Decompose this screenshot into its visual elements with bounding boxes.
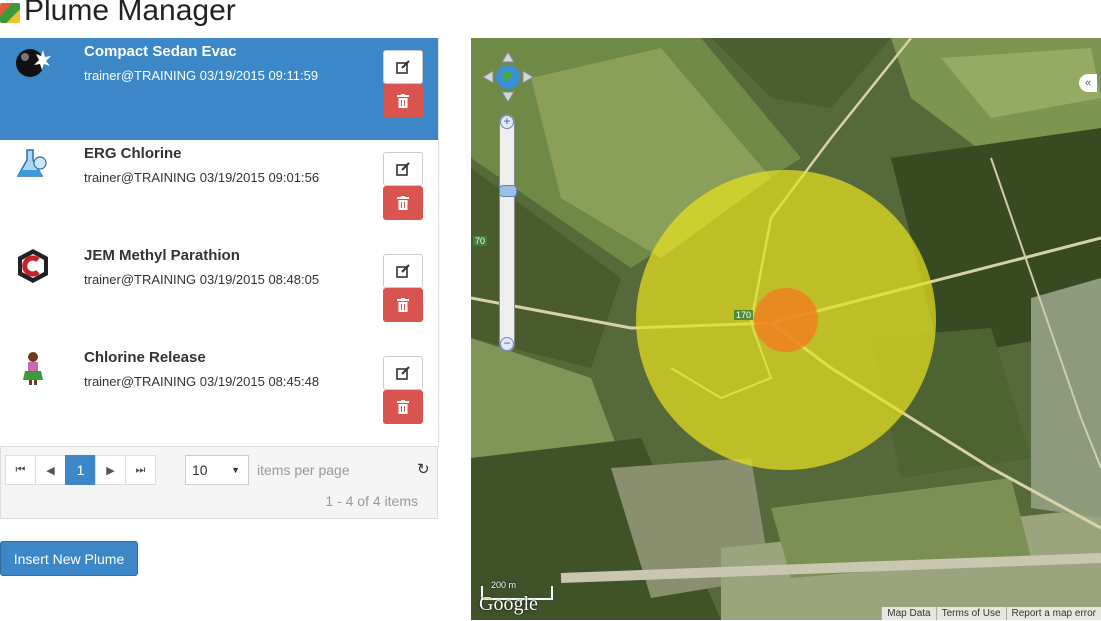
refresh-icon[interactable]: ↻ — [417, 460, 430, 478]
next-page-icon: ▶ — [106, 464, 115, 477]
plume-row[interactable]: JEM Methyl Parathion trainer@TRAINING 03… — [0, 242, 438, 345]
page-title: Plume Manager — [24, 0, 236, 27]
report-error-link[interactable]: Report a map error — [1005, 607, 1101, 620]
plume-row[interactable]: ERG Chlorine trainer@TRAINING 03/19/2015… — [0, 140, 438, 243]
caret-down-icon: ▼ — [231, 465, 240, 475]
person-icon — [23, 352, 43, 385]
zoom-handle[interactable] — [499, 185, 517, 197]
plume-name: ERG Chlorine — [84, 145, 182, 162]
zoom-slider[interactable]: + − — [499, 114, 517, 352]
first-page-icon: ⏮ — [15, 463, 26, 476]
route-label: 170 — [734, 310, 754, 320]
delete-button[interactable] — [383, 84, 423, 118]
first-page-button[interactable]: ⏮ — [5, 455, 36, 485]
hazard-c-icon — [18, 249, 48, 283]
delete-button[interactable] — [383, 288, 423, 322]
plume-row[interactable]: Compact Sedan Evac trainer@TRAINING 03/1… — [0, 38, 438, 141]
inner-plume-zone — [754, 288, 818, 352]
plume-name: Chlorine Release — [84, 349, 206, 366]
page-number-button[interactable]: 1 — [65, 455, 96, 485]
trash-icon — [397, 298, 409, 312]
last-page-icon: ⏭ — [135, 463, 146, 476]
plume-name: JEM Methyl Parathion — [84, 247, 240, 264]
edit-icon — [396, 366, 410, 380]
terms-link[interactable]: Terms of Use — [935, 607, 1006, 620]
delete-button[interactable] — [383, 186, 423, 220]
plume-meta: trainer@TRAINING 03/19/2015 08:45:48 — [84, 374, 320, 389]
edit-icon — [396, 60, 410, 74]
trash-icon — [397, 94, 409, 108]
plume-name: Compact Sedan Evac — [84, 43, 237, 60]
plume-meta: trainer@TRAINING 03/19/2015 08:48:05 — [84, 272, 320, 287]
delete-button[interactable] — [383, 390, 423, 424]
pager: ⏮ ◀ 1 ▶ ⏭ 10 ▼ items per page ↻ 1 - 4 of… — [0, 446, 438, 519]
items-per-page-label: items per page — [257, 462, 350, 478]
map-data-link[interactable]: Map Data — [881, 607, 936, 620]
edit-icon — [396, 162, 410, 176]
collapse-icon[interactable]: « — [1079, 74, 1097, 92]
map-footer: Map Data Terms of Use Report a map error — [881, 607, 1101, 620]
scale-label: 200 m — [491, 580, 517, 590]
edit-button[interactable] — [383, 356, 423, 390]
pan-control[interactable] — [483, 52, 533, 102]
flask-icon — [16, 149, 47, 177]
map-icon — [0, 3, 20, 23]
trash-icon — [397, 196, 409, 210]
explosion-icon — [16, 49, 51, 77]
zoom-out-button[interactable]: − — [500, 337, 514, 351]
page-size-select[interactable]: 10 ▼ — [185, 455, 249, 485]
edit-button[interactable] — [383, 152, 423, 186]
plume-meta: trainer@TRAINING 03/19/2015 09:01:56 — [84, 170, 320, 185]
last-page-button[interactable]: ⏭ — [125, 455, 156, 485]
satellite-map[interactable] — [471, 38, 1101, 620]
insert-plume-button[interactable]: Insert New Plume — [0, 541, 138, 576]
page-size-value: 10 — [192, 462, 208, 478]
edit-button[interactable] — [383, 254, 423, 288]
next-page-button[interactable]: ▶ — [95, 455, 126, 485]
prev-page-icon: ◀ — [46, 464, 55, 477]
page-header: Plume Manager — [0, 0, 236, 30]
plume-list: Compact Sedan Evac trainer@TRAINING 03/1… — [0, 38, 439, 447]
item-count: 1 - 4 of 4 items — [325, 493, 418, 509]
route-label: 70 — [473, 236, 488, 246]
edit-button[interactable] — [383, 50, 423, 84]
plume-meta: trainer@TRAINING 03/19/2015 09:11:59 — [84, 68, 319, 83]
trash-icon — [397, 400, 409, 414]
prev-page-button[interactable]: ◀ — [35, 455, 66, 485]
map-view[interactable]: 70 170 + − « 200 m Google Map Data Terms… — [471, 38, 1101, 620]
google-logo: Google — [479, 593, 538, 615]
plume-row[interactable]: Chlorine Release trainer@TRAINING 03/19/… — [0, 344, 438, 447]
edit-icon — [396, 264, 410, 278]
zoom-in-button[interactable]: + — [500, 115, 514, 129]
